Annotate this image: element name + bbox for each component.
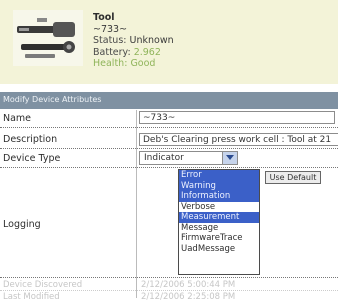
logging-option-message[interactable]: Message	[179, 223, 259, 234]
device-type-select[interactable]: Indicator	[139, 151, 238, 165]
chevron-down-icon[interactable]	[222, 152, 237, 164]
status-value: Unknown	[129, 35, 174, 46]
device-discovered-value: 2/12/2006 5:00:44 PM	[141, 280, 236, 290]
device-type-value: Indicator	[144, 153, 184, 163]
logging-option-measurement[interactable]: Measurement	[179, 212, 259, 223]
device-title: Tool	[93, 12, 115, 23]
device-discovered-label: Device Discovered	[3, 280, 83, 290]
logging-label: Logging	[3, 219, 41, 230]
row-divider	[0, 290, 338, 291]
description-input[interactable]: Deb's Clearing press work cell : Tool at…	[139, 133, 338, 146]
device-type-label: Device Type	[3, 153, 61, 164]
section-title: Modify Device Attributes	[3, 95, 102, 104]
health-value: Good	[130, 58, 156, 69]
torque-tool-icon	[13, 10, 83, 66]
row-divider	[0, 127, 338, 128]
column-divider	[136, 110, 137, 298]
device-id: ~733~	[93, 23, 128, 35]
last-modified-label: Last Modified	[3, 292, 60, 302]
battery-value: 2.962	[133, 46, 161, 58]
logging-option-information[interactable]: Information	[179, 191, 259, 202]
logging-listbox[interactable]: Error Warning Information Verbose Measur…	[178, 169, 260, 275]
description-label: Description	[3, 134, 58, 145]
section-header: Modify Device Attributes	[0, 92, 338, 109]
logging-option-uadmessage[interactable]: UadMessage	[179, 244, 259, 255]
device-header: Tool ~733~ Status: Unknown Battery: 2.96…	[0, 0, 338, 84]
battery-label: Battery:	[93, 46, 131, 58]
logging-option-verbose[interactable]: Verbose	[179, 202, 259, 213]
status-label: Status:	[93, 35, 127, 46]
row-divider	[0, 167, 338, 168]
row-divider	[0, 148, 338, 149]
device-summary: Tool ~733~ Status: Unknown Battery: 2.96…	[93, 12, 174, 70]
logging-option-warning[interactable]: Warning	[179, 180, 259, 191]
last-modified-value: 2/12/2006 2:25:08 PM	[141, 292, 236, 302]
name-input[interactable]: ~733~	[139, 111, 335, 124]
name-label: Name	[3, 113, 32, 124]
logging-option-firmwaretrace[interactable]: FirmwareTrace	[179, 233, 259, 244]
health-label: Health:	[93, 58, 128, 69]
use-default-button[interactable]: Use Default	[265, 171, 321, 184]
row-divider	[0, 277, 338, 278]
logging-option-error[interactable]: Error	[179, 170, 259, 181]
